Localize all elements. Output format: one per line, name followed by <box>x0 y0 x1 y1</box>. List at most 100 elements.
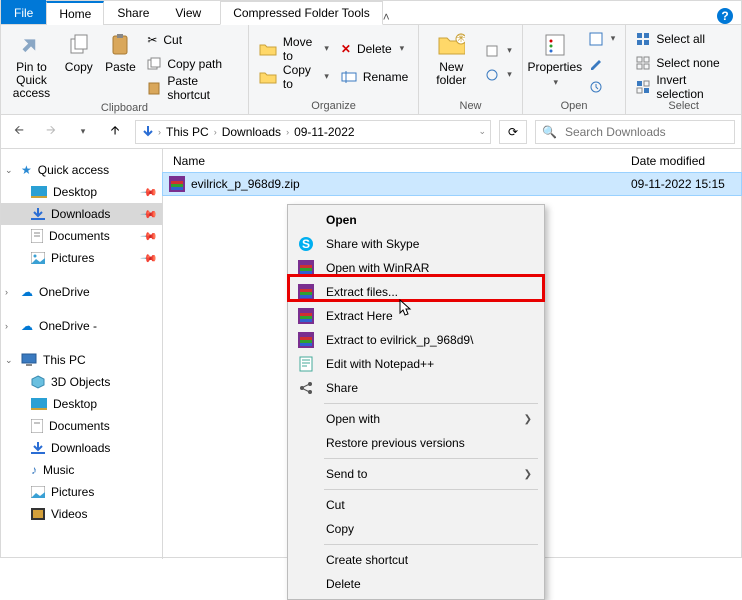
notepadpp-icon <box>296 356 316 372</box>
paste-button[interactable]: Paste <box>102 27 140 100</box>
easy-access-icon <box>485 68 499 82</box>
winrar-icon <box>296 308 316 324</box>
column-name[interactable]: Name <box>163 154 631 168</box>
ctx-delete[interactable]: Delete <box>290 572 542 596</box>
chevron-right-icon[interactable]: › <box>158 127 161 137</box>
move-to-button[interactable]: Move to▾ <box>255 38 333 60</box>
winrar-archive-icon <box>169 176 185 192</box>
search-box[interactable]: 🔍 <box>535 120 735 144</box>
tree-downloads-2[interactable]: Downloads <box>1 437 162 459</box>
invert-selection-button[interactable]: Invert selection <box>632 76 735 98</box>
tree-this-pc[interactable]: ⌄This PC <box>1 349 162 371</box>
ctx-edit-notepad[interactable]: Edit with Notepad++ <box>290 352 542 376</box>
nav-up-button[interactable]: 🡩 <box>103 120 127 144</box>
ctx-share[interactable]: Share <box>290 376 542 400</box>
nav-recent-button[interactable]: ▾ <box>71 120 95 144</box>
easy-access-button[interactable]: ▾ <box>481 64 516 86</box>
select-all-button[interactable]: Select all <box>632 28 735 50</box>
copy-button[interactable]: Copy <box>60 27 98 100</box>
documents-icon <box>31 229 43 243</box>
ribbon-collapse-icon[interactable]: ˄ <box>383 10 390 24</box>
ctx-restore-versions[interactable]: Restore previous versions <box>290 431 542 455</box>
rename-button[interactable]: Rename <box>337 66 412 88</box>
open-button[interactable]: ▾ <box>585 28 620 50</box>
ctx-cut[interactable]: Cut <box>290 493 542 517</box>
crumb-current-folder[interactable]: 09-11-2022 <box>291 125 358 139</box>
edit-button[interactable] <box>585 52 620 74</box>
tree-documents[interactable]: Documents📌 <box>1 225 162 247</box>
ctx-open-winrar[interactable]: Open with WinRAR <box>290 256 542 280</box>
tab-share[interactable]: Share <box>104 0 162 24</box>
crumb-this-pc[interactable]: This PC <box>163 125 212 139</box>
file-date: 09-11-2022 15:15 <box>631 177 741 191</box>
properties-button[interactable]: Properties▾ <box>529 27 581 98</box>
navigation-pane[interactable]: ⌄★Quick access Desktop📌 Downloads📌 Docum… <box>1 149 163 559</box>
ctx-open[interactable]: Open <box>290 208 542 232</box>
skype-icon: S <box>296 236 316 252</box>
new-folder-icon: ✳ <box>437 31 465 59</box>
winrar-icon <box>296 332 316 348</box>
ctx-share-skype[interactable]: SShare with Skype <box>290 232 542 256</box>
tree-onedrive-2[interactable]: ›☁OneDrive - <box>1 315 162 337</box>
paste-shortcut-button[interactable]: Paste shortcut <box>143 77 242 99</box>
tab-view[interactable]: View <box>162 0 214 24</box>
scissors-icon: ✂ <box>147 33 157 47</box>
nav-back-button[interactable]: 🡨 <box>7 120 31 144</box>
desktop-icon <box>31 186 47 198</box>
column-headers[interactable]: Name Date modified <box>163 149 741 173</box>
ribbon-group-label: Open <box>529 98 620 114</box>
tree-3d-objects[interactable]: 3D Objects <box>1 371 162 393</box>
breadcrumb[interactable]: › This PC › Downloads › 09-11-2022 ⌄ <box>135 120 491 144</box>
ctx-separator <box>324 544 538 545</box>
copy-to-button[interactable]: Copy to▾ <box>255 66 333 88</box>
help-icon[interactable]: ? <box>717 8 733 24</box>
tree-music[interactable]: ♪Music <box>1 459 162 481</box>
history-button[interactable] <box>585 76 620 98</box>
nav-forward-button[interactable]: 🡪 <box>39 120 63 144</box>
documents-icon <box>31 419 43 433</box>
delete-button[interactable]: ✕Delete▾ <box>337 38 412 60</box>
ribbon-group-label: Clipboard <box>7 100 242 116</box>
tree-pictures[interactable]: Pictures📌 <box>1 247 162 269</box>
ctx-extract-here[interactable]: Extract Here <box>290 304 542 328</box>
downloads-icon <box>31 441 45 455</box>
ctx-create-shortcut[interactable]: Create shortcut <box>290 548 542 572</box>
tab-file[interactable]: File <box>1 0 46 24</box>
folder-move-icon <box>259 42 277 56</box>
refresh-button[interactable]: ⟳ <box>499 120 527 144</box>
tree-downloads[interactable]: Downloads📌 <box>1 203 162 225</box>
ctx-send-to[interactable]: Send to❯ <box>290 462 542 486</box>
chevron-right-icon[interactable]: › <box>286 127 289 137</box>
tree-quick-access[interactable]: ⌄★Quick access <box>1 159 162 181</box>
cut-button[interactable]: ✂Cut <box>143 29 242 51</box>
tree-pictures-2[interactable]: Pictures <box>1 481 162 503</box>
tree-onedrive[interactable]: ›☁OneDrive <box>1 281 162 303</box>
rename-icon <box>341 71 357 83</box>
ctx-extract-to[interactable]: Extract to evilrick_p_968d9\ <box>290 328 542 352</box>
tab-compressed-tools[interactable]: Compressed Folder Tools <box>220 1 383 25</box>
properties-icon <box>541 31 569 59</box>
tab-home[interactable]: Home <box>46 1 104 25</box>
pin-to-quick-access-button[interactable]: Pin to Quick access <box>7 27 56 100</box>
new-folder-button[interactable]: ✳ New folder <box>425 27 477 98</box>
chevron-down-icon[interactable]: ⌄ <box>478 126 486 137</box>
chevron-right-icon[interactable]: › <box>214 127 217 137</box>
search-input[interactable] <box>563 124 728 140</box>
ribbon-group-open: Properties▾ ▾ Open <box>523 25 627 114</box>
file-row[interactable]: evilrick_p_968d9.zip 09-11-2022 15:15 <box>163 173 741 195</box>
pin-icon: 📌 <box>140 249 159 268</box>
ctx-copy[interactable]: Copy <box>290 517 542 541</box>
ctx-open-with[interactable]: Open with❯ <box>290 407 542 431</box>
chevron-right-icon: ❯ <box>524 469 532 480</box>
crumb-downloads[interactable]: Downloads <box>219 125 284 139</box>
new-item-button[interactable]: ▾ <box>481 40 516 62</box>
copy-path-button[interactable]: Copy path <box>143 53 242 75</box>
ribbon-group-label: Select <box>632 98 735 114</box>
tree-documents-2[interactable]: Documents <box>1 415 162 437</box>
column-date[interactable]: Date modified <box>631 154 741 168</box>
tree-desktop[interactable]: Desktop📌 <box>1 181 162 203</box>
ctx-extract-files[interactable]: Extract files... <box>290 280 542 304</box>
select-none-button[interactable]: Select none <box>632 52 735 74</box>
tree-videos[interactable]: Videos <box>1 503 162 525</box>
tree-desktop-2[interactable]: Desktop <box>1 393 162 415</box>
